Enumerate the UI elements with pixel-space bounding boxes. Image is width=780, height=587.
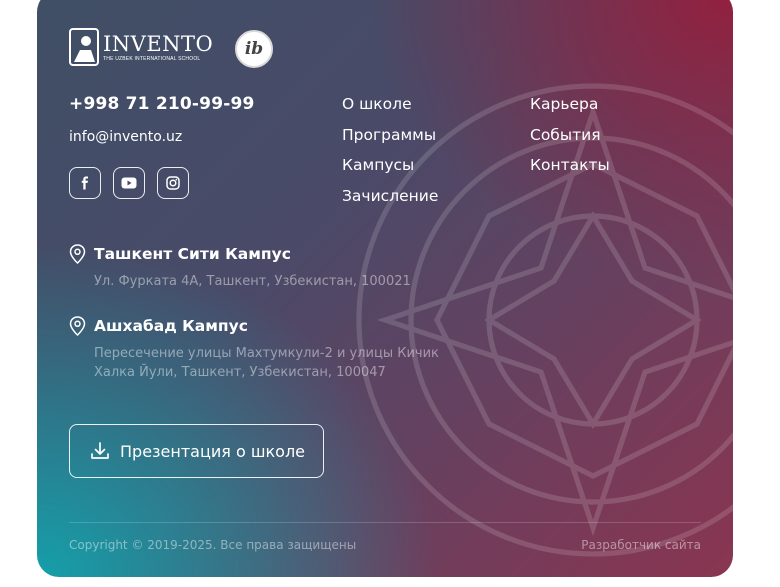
campus-address-line: Халка Йули, Ташкент, Узбекистан, 100047 bbox=[94, 365, 386, 380]
presentation-label: Презентация о школе bbox=[120, 441, 306, 461]
nav-link-campuses[interactable]: Кампусы bbox=[342, 155, 438, 175]
campus-address: Пересечение улицы Махтумкули-2 и улицы К… bbox=[94, 344, 439, 382]
youtube-icon bbox=[121, 177, 137, 189]
logo-mark-icon bbox=[69, 28, 99, 66]
email-link[interactable]: info@invento.uz bbox=[69, 129, 182, 145]
copyright-text: Copyright © 2019-2025. Все права защищен… bbox=[69, 538, 357, 552]
location-pin-icon bbox=[69, 244, 86, 264]
ib-badge: ib bbox=[235, 30, 273, 68]
campus-address-line: Пересечение улицы Махтумкули-2 и улицы К… bbox=[94, 346, 439, 361]
facebook-icon bbox=[81, 176, 88, 190]
location-pin-icon bbox=[69, 316, 86, 336]
nav-link-admission[interactable]: Зачисление bbox=[342, 186, 438, 206]
nav-link-career[interactable]: Карьера bbox=[530, 94, 610, 114]
developer-link[interactable]: Разработчик сайта bbox=[581, 538, 701, 552]
nav-link-about[interactable]: О школе bbox=[342, 94, 438, 114]
footer-nav-secondary: Карьера События Контакты bbox=[530, 94, 610, 186]
campus-tashkent-city: Ташкент Сити Кампус Ул. Фурката 4А, Ташк… bbox=[69, 244, 411, 291]
campus-address-line: Ул. Фурката 4А, Ташкент, Узбекистан, 100… bbox=[94, 274, 411, 289]
youtube-button[interactable] bbox=[113, 167, 145, 199]
nav-link-events[interactable]: События bbox=[530, 125, 610, 145]
campus-address: Ул. Фурката 4А, Ташкент, Узбекистан, 100… bbox=[94, 272, 411, 291]
campus-name: Ташкент Сити Кампус bbox=[94, 245, 291, 263]
campus-ashgabat: Ашхабад Кампус Пересечение улицы Махтумк… bbox=[69, 316, 439, 382]
nav-link-programs[interactable]: Программы bbox=[342, 125, 438, 145]
logo-word: INVENTO bbox=[103, 31, 214, 56]
footer-divider bbox=[69, 522, 701, 523]
download-presentation-button[interactable]: Презентация о школе bbox=[69, 424, 324, 478]
campus-name: Ашхабад Кампус bbox=[94, 317, 248, 335]
phone-link[interactable]: +998 71 210-99-99 bbox=[69, 94, 255, 114]
instagram-button[interactable] bbox=[157, 167, 189, 199]
site-footer: INVENTO THE UZBEK INTERNATIONAL SCHOOL i… bbox=[37, 0, 733, 577]
download-icon bbox=[91, 442, 109, 459]
logo-subtitle: THE UZBEK INTERNATIONAL SCHOOL bbox=[103, 55, 201, 62]
nav-link-contacts[interactable]: Контакты bbox=[530, 155, 610, 175]
facebook-button[interactable] bbox=[69, 167, 101, 199]
instagram-icon bbox=[166, 176, 180, 190]
footer-nav-primary: О школе Программы Кампусы Зачисление bbox=[342, 94, 438, 216]
invento-logo[interactable]: INVENTO THE UZBEK INTERNATIONAL SCHOOL bbox=[69, 28, 213, 66]
social-links bbox=[69, 167, 189, 199]
